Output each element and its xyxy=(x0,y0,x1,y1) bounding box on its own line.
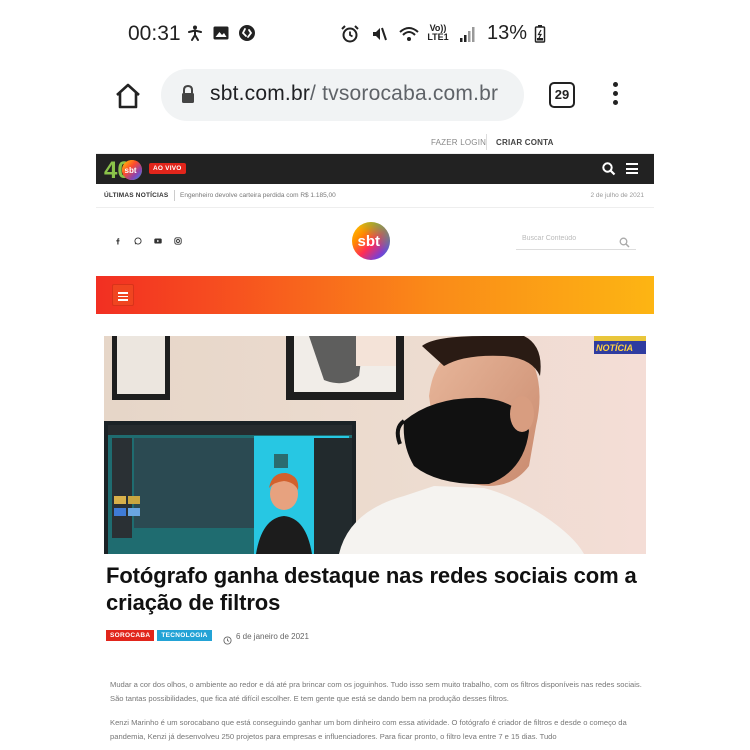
site-header-bar: 40 sbt AO VIVO xyxy=(96,154,654,184)
youtube-icon[interactable] xyxy=(154,237,162,245)
url-path: / tvsorocaba.com.br xyxy=(310,82,499,105)
sbt-logo[interactable]: sbt xyxy=(351,221,391,261)
search-input[interactable] xyxy=(522,235,612,242)
brand-row: sbt xyxy=(96,208,654,274)
volte-icon: Vo)) LTE1 xyxy=(427,22,449,42)
status-bar: 00:31 Vo)) LTE1 13% xyxy=(0,0,750,70)
ticker-label: ÚLTIMAS NOTÍCIAS xyxy=(104,192,169,199)
search-icon[interactable] xyxy=(602,162,616,176)
browser-toolbar: sbt.com.br/ tvsorocaba.com.br 29 xyxy=(0,69,750,125)
wifi-icon xyxy=(398,24,419,44)
site-search xyxy=(516,232,636,250)
whatsapp-icon[interactable] xyxy=(134,237,142,245)
tab-switcher-button[interactable]: 29 xyxy=(549,82,575,108)
tag-sorocaba[interactable]: SOROCABA xyxy=(106,630,155,641)
navigation-bar xyxy=(96,276,654,314)
ticker-headline-link[interactable]: Engenheiro devolve carteira perdida com … xyxy=(180,192,336,199)
login-link[interactable]: FAZER LOGIN xyxy=(431,138,486,147)
status-right-icons: Vo)) LTE1 13% xyxy=(340,22,550,45)
article-date: 6 de janeiro de 2021 xyxy=(236,632,309,641)
shazam-icon xyxy=(238,24,256,42)
dot-icon xyxy=(612,100,618,105)
search-icon[interactable] xyxy=(619,235,630,248)
status-left-icons xyxy=(186,24,256,42)
alarm-icon xyxy=(340,24,360,44)
battery-icon xyxy=(530,24,550,44)
home-icon xyxy=(116,83,140,109)
article-tags: SOROCABA TECNOLOGIA xyxy=(106,630,212,641)
social-links xyxy=(114,237,182,245)
accessibility-icon xyxy=(186,24,204,42)
url-text[interactable]: sbt.com.br/ tvsorocaba.com.br xyxy=(210,82,498,106)
spacer xyxy=(96,314,654,336)
image-icon xyxy=(212,24,230,42)
article-headline: Fotógrafo ganha destaque nas redes socia… xyxy=(106,563,637,615)
facebook-icon[interactable] xyxy=(114,237,122,245)
signal-icon xyxy=(458,24,478,44)
home-button[interactable] xyxy=(112,80,144,112)
url-host: sbt.com.br xyxy=(210,82,311,105)
news-ticker: ÚLTIMAS NOTÍCIAS Engenheiro devolve cart… xyxy=(96,184,654,208)
logo-text: sbt xyxy=(358,233,381,250)
battery-percent: 13% xyxy=(487,22,528,44)
article-hero-image[interactable]: NOTÍCIA xyxy=(104,336,646,554)
more-options-button[interactable] xyxy=(608,82,622,110)
menu-button[interactable] xyxy=(112,284,134,306)
hero-overlay-text: NOTÍCIA xyxy=(596,343,633,353)
sbt-40-logo[interactable]: 40 sbt xyxy=(104,156,144,184)
clock-icon xyxy=(223,632,232,645)
dot-icon xyxy=(612,91,618,96)
lock-icon xyxy=(180,84,196,106)
hamburger-menu-icon[interactable] xyxy=(626,163,638,174)
live-badge[interactable]: AO VIVO xyxy=(149,163,186,174)
logo-text: sbt xyxy=(125,166,137,175)
dot-icon xyxy=(612,82,618,87)
create-account-link[interactable]: CRIAR CONTA xyxy=(496,138,554,147)
instagram-icon[interactable] xyxy=(174,237,182,245)
web-page: FAZER LOGIN CRIAR CONTA 40 sbt AO VIVO Ú… xyxy=(96,130,654,750)
ticker-date: 2 de julho de 2021 xyxy=(590,192,645,199)
account-links: FAZER LOGIN CRIAR CONTA xyxy=(96,130,654,154)
divider xyxy=(486,134,487,150)
article-paragraph: Kenzi Marinho é um sorocabano que está c… xyxy=(110,718,627,741)
hamburger-menu-icon xyxy=(118,292,128,303)
status-time: 00:31 xyxy=(128,22,181,45)
divider xyxy=(174,190,175,201)
mute-icon xyxy=(369,24,389,44)
tag-tecnologia[interactable]: TECNOLOGIA xyxy=(157,630,212,641)
article-paragraph: Mudar a cor dos olhos, o ambiente ao red… xyxy=(110,680,642,703)
